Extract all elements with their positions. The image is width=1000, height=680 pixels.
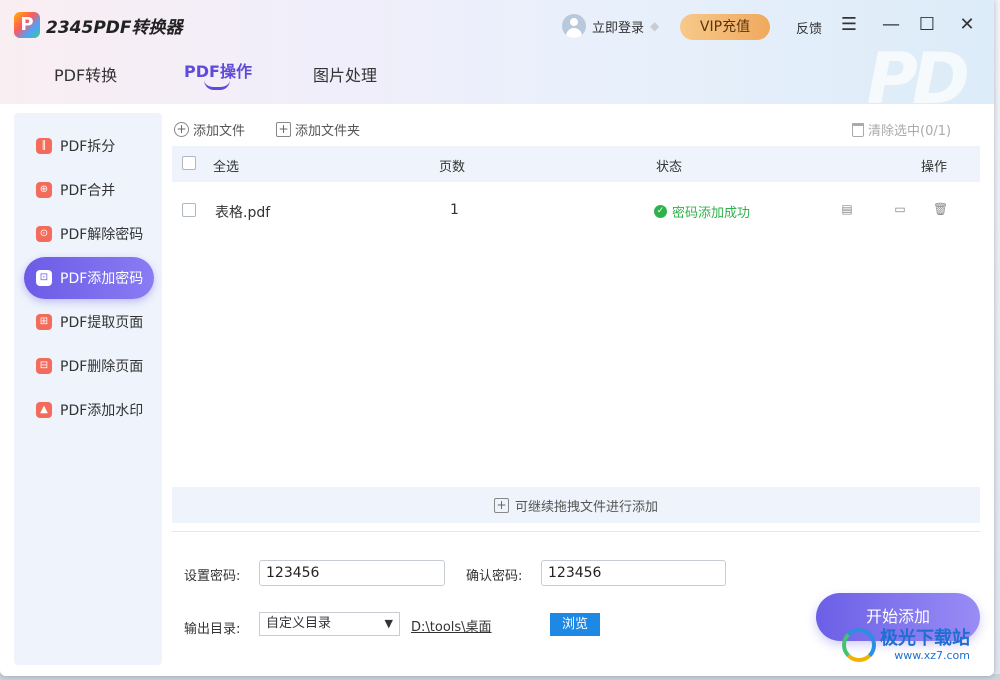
chevron-down-icon: ▼: [384, 617, 393, 630]
sidebar-item-extract-pages[interactable]: ⊞ PDF提取页面: [24, 301, 154, 343]
header-watermark: PD: [866, 38, 970, 120]
output-path-link[interactable]: D:\tools\桌面: [411, 616, 492, 635]
file-table-header: 全选 页数 状态 操作: [172, 146, 980, 182]
row-checkbox[interactable]: [182, 203, 196, 217]
actions-header: 操作: [921, 160, 948, 175]
site-name: 极光下载站: [880, 627, 970, 649]
vip-recharge-button[interactable]: VIP充值: [680, 14, 770, 40]
sidebar-item-label: PDF拆分: [60, 139, 116, 155]
sidebar-item-label: PDF删除页面: [60, 359, 144, 375]
add-folder-label: 添加文件夹: [295, 124, 361, 139]
sidebar-item-label: PDF解除密码: [60, 227, 144, 243]
app-window: PD P 2345PDF转换器 立即登录 ◆ VIP充值 反馈 ☰ — ☐ ✕ …: [0, 0, 994, 676]
table-row[interactable]: 表格.pdf 1 ✓ 密码添加成功 ▤ ▭ 🗑: [172, 192, 980, 228]
minimize-icon[interactable]: —: [880, 14, 902, 36]
diamond-icon: ◆: [650, 19, 660, 33]
sidebar-item-remove-password[interactable]: ⊙ PDF解除密码: [24, 213, 154, 255]
add-icon: +: [493, 497, 509, 513]
drop-zone[interactable]: + 可继续拖拽文件进行添加: [172, 487, 980, 523]
trash-icon: [852, 122, 864, 137]
add-file-label: 添加文件: [193, 124, 246, 139]
add-folder-button[interactable]: + 添加文件夹: [276, 120, 360, 139]
file-toolbar: + 添加文件 + 添加文件夹 清除选中(0/1): [174, 120, 980, 140]
select-all-checkbox[interactable]: [182, 156, 196, 170]
sidebar-item-add-password[interactable]: ⊡ PDF添加密码: [24, 257, 154, 299]
sidebar-item-label: PDF合并: [60, 183, 116, 199]
app-title: 2345PDF转换器: [46, 17, 183, 38]
clear-selected-label: 清除选中(0/1): [868, 124, 952, 139]
split-icon: ∥: [36, 138, 52, 154]
output-dir-select[interactable]: 自定义目录 ▼: [259, 612, 400, 636]
unlock-icon: ⊙: [36, 226, 52, 242]
file-preview-icon[interactable]: ▤: [840, 202, 854, 216]
delete-icon[interactable]: 🗑: [933, 202, 948, 216]
site-logo-icon: [842, 628, 876, 662]
sidebar-item-merge[interactable]: ⊕ PDF合并: [24, 169, 154, 211]
logo-icon: P: [14, 12, 40, 38]
lock-icon: ⊡: [36, 270, 52, 286]
sidebar-item-split[interactable]: ∥ PDF拆分: [24, 125, 154, 167]
sidebar-item-label: PDF添加密码: [60, 271, 144, 287]
tab-pdf-operations[interactable]: PDF操作: [184, 58, 252, 82]
login-link[interactable]: 立即登录: [592, 17, 644, 36]
site-url: www.xz7.com: [894, 648, 970, 662]
browse-button[interactable]: 浏览: [550, 613, 600, 636]
select-all-label: 全选: [213, 160, 240, 175]
page-count: 1: [450, 202, 459, 218]
add-file-button[interactable]: + 添加文件: [174, 120, 245, 139]
open-folder-icon[interactable]: ▭: [893, 202, 907, 216]
header: PD P 2345PDF转换器 立即登录 ◆ VIP充值 反馈 ☰ — ☐ ✕ …: [0, 0, 994, 120]
divider: [172, 531, 980, 532]
pages-header: 页数: [439, 160, 466, 175]
close-icon[interactable]: ✕: [956, 14, 978, 36]
status-badge: ✓ 密码添加成功: [654, 202, 750, 221]
app-logo: P 2345PDF转换器: [14, 12, 183, 38]
drop-hint: 可继续拖拽文件进行添加: [514, 499, 658, 515]
menu-icon[interactable]: ☰: [838, 14, 860, 36]
add-circle-icon: +: [174, 122, 189, 137]
watermark-icon: ▲: [36, 402, 52, 418]
extract-icon: ⊞: [36, 314, 52, 330]
tab-pdf-convert[interactable]: PDF转换: [54, 62, 117, 86]
password-field[interactable]: 123456: [259, 560, 445, 586]
output-dir-label: 输出目录:: [184, 622, 241, 637]
sidebar: ∥ PDF拆分 ⊕ PDF合并 ⊙ PDF解除密码 ⊡ PDF添加密码 ⊞ PD…: [14, 113, 162, 665]
confirm-password-field[interactable]: 123456: [541, 560, 726, 586]
active-tab-indicator: [204, 80, 230, 90]
maximize-icon[interactable]: ☐: [916, 14, 938, 36]
sidebar-item-add-watermark[interactable]: ▲ PDF添加水印: [24, 389, 154, 431]
delete-page-icon: ⊟: [36, 358, 52, 374]
add-folder-icon: +: [276, 122, 291, 137]
sidebar-item-label: PDF提取页面: [60, 315, 144, 331]
merge-icon: ⊕: [36, 182, 52, 198]
status-text: 密码添加成功: [672, 206, 751, 221]
password-label: 设置密码:: [184, 569, 241, 584]
check-circle-icon: ✓: [654, 205, 667, 218]
feedback-link[interactable]: 反馈: [796, 18, 822, 37]
sidebar-item-label: PDF添加水印: [60, 403, 144, 419]
status-header: 状态: [656, 160, 683, 175]
clear-selected-button[interactable]: 清除选中(0/1): [852, 120, 951, 139]
avatar[interactable]: [562, 14, 586, 38]
tab-image-processing[interactable]: 图片处理: [313, 62, 377, 86]
confirm-password-label: 确认密码:: [466, 569, 523, 584]
file-name: 表格.pdf: [215, 205, 271, 221]
output-dir-value: 自定义目录: [266, 616, 332, 631]
sidebar-item-delete-pages[interactable]: ⊟ PDF删除页面: [24, 345, 154, 387]
login-area[interactable]: 立即登录 ◆: [562, 14, 659, 38]
site-watermark: 极光下载站 www.xz7.com: [842, 628, 970, 662]
